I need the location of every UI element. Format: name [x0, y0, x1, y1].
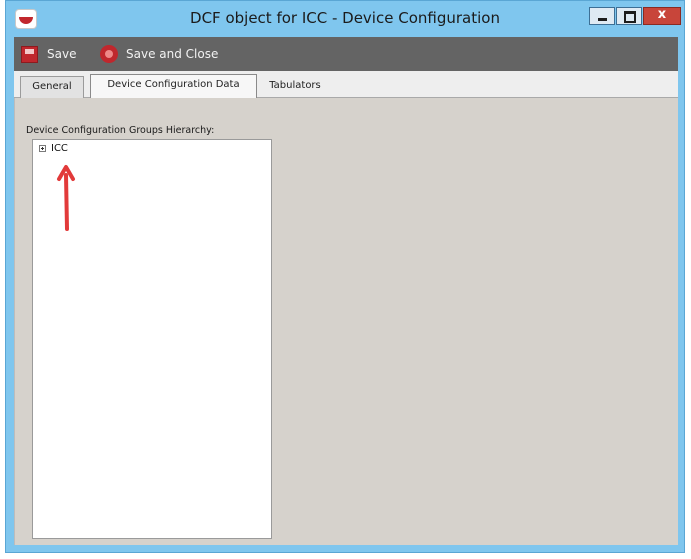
close-icon: x: [657, 7, 667, 22]
minimize-icon[interactable]: [589, 7, 615, 25]
save-and-close-button[interactable]: Save and Close: [100, 45, 218, 63]
maximize-icon[interactable]: [616, 7, 642, 25]
save-button-label: Save: [47, 47, 77, 61]
save-icon: [21, 45, 38, 63]
save-and-close-icon: [100, 45, 118, 63]
groups-tree-view[interactable]: ICC: [32, 139, 272, 539]
tab-bar: General Device Configuration Data Tabula…: [14, 71, 678, 98]
tree-node-icc[interactable]: ICC: [39, 143, 68, 154]
save-and-close-label: Save and Close: [126, 47, 219, 61]
tab-tabulators[interactable]: Tabulators: [260, 76, 330, 98]
title-bar[interactable]: DCF object for ICC - Device Configuratio…: [6, 1, 684, 37]
tree-node-label: ICC: [51, 143, 68, 154]
tab-device-configuration-data[interactable]: Device Configuration Data: [90, 74, 257, 98]
tab-content-panel: Device Configuration Groups Hierarchy: I…: [14, 98, 678, 545]
application-window: DCF object for ICC - Device Configuratio…: [5, 0, 685, 553]
window-title: DCF object for ICC - Device Configuratio…: [190, 9, 500, 27]
tab-general[interactable]: General: [20, 76, 84, 98]
close-button[interactable]: x: [643, 7, 681, 25]
groups-hierarchy-label: Device Configuration Groups Hierarchy:: [26, 125, 215, 136]
expand-plus-icon[interactable]: [39, 145, 46, 152]
toolbar: Save Save and Close: [14, 37, 678, 71]
annotation-arrow-icon: [57, 165, 75, 231]
save-button[interactable]: Save: [21, 45, 76, 63]
